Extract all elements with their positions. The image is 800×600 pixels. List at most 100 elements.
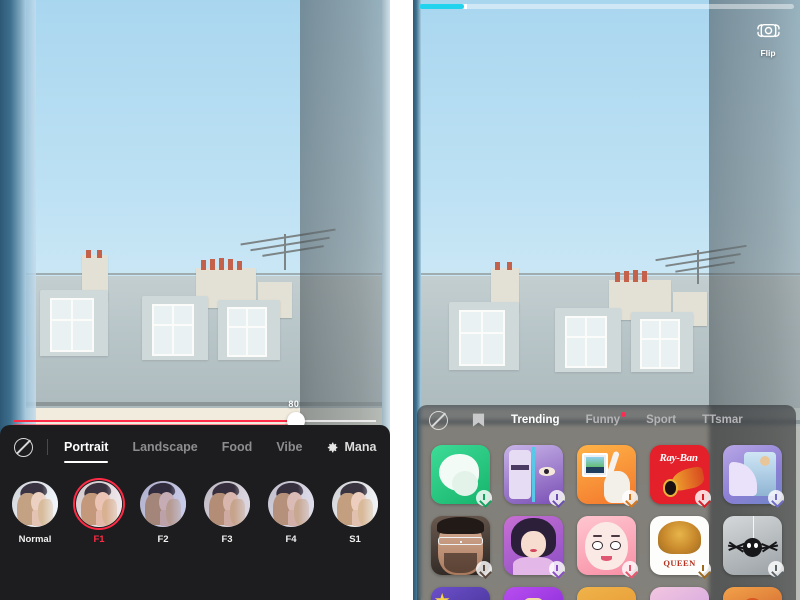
filter-item-s1[interactable]: S1 <box>332 481 378 545</box>
filter-tint <box>268 481 314 527</box>
filter-preview-image <box>204 481 250 527</box>
dormer-window <box>459 310 505 366</box>
filter-item-f2[interactable]: F2 <box>140 481 186 545</box>
filter-tint <box>12 481 58 527</box>
chimney-pot <box>97 250 102 258</box>
no-sticker-icon[interactable] <box>429 410 448 430</box>
download-icon[interactable] <box>549 561 565 577</box>
blue-wave-effect[interactable] <box>577 587 636 600</box>
sticker-item[interactable] <box>431 516 492 577</box>
filter-tab-portrait[interactable]: Portrait <box>64 440 109 463</box>
flip-camera-button[interactable]: Flip <box>748 20 788 58</box>
bookmark-icon[interactable] <box>472 412 485 428</box>
filter-thumb-wrap <box>332 481 378 527</box>
sticker-item[interactable] <box>431 587 490 600</box>
filter-tint <box>140 481 186 527</box>
sticker-item[interactable] <box>431 445 492 506</box>
sticker-item[interactable] <box>577 587 636 600</box>
sticker-item[interactable] <box>504 516 565 577</box>
dormer-window <box>152 304 194 356</box>
slider-value-label: 80 <box>288 399 300 409</box>
sticker-item[interactable] <box>577 445 638 506</box>
star-face-effect[interactable] <box>431 587 490 600</box>
filter-item-f1[interactable]: F1 <box>73 478 125 545</box>
filter-item-normal[interactable]: Normal <box>12 481 58 545</box>
sticker-item[interactable]: QUEEN <box>650 516 711 577</box>
chimney-pot <box>495 262 500 270</box>
download-icon[interactable] <box>549 490 565 506</box>
dormer-window <box>640 319 680 369</box>
filter-tint <box>204 481 250 527</box>
filter-tray: Portrait Landscape Food Vibe Mana Normal… <box>0 425 390 600</box>
filter-tab-landscape[interactable]: Landscape <box>132 440 197 454</box>
filter-item-f4[interactable]: F4 <box>268 481 314 545</box>
divider <box>47 439 48 455</box>
chimney-pot <box>201 260 206 270</box>
chimney-pot <box>615 272 620 282</box>
purple-scroll-effect[interactable] <box>504 587 563 600</box>
sticker-item[interactable] <box>577 516 638 577</box>
filter-preview-image <box>76 481 122 527</box>
sticker-item[interactable] <box>650 587 709 600</box>
sticker-tab-ttsmart[interactable]: TTsmar <box>702 414 743 426</box>
manage-filters-button[interactable]: Mana <box>326 440 376 454</box>
dual-screenshot-canvas: 80 Portrait Landscape Food Vibe Mana Nor… <box>0 0 800 600</box>
sticker-tab-sport[interactable]: Sport <box>646 414 676 426</box>
sticker-grid[interactable]: Ray-Ban QUEEN <box>417 435 796 600</box>
chimney-pot <box>228 259 233 270</box>
filter-tab-food[interactable]: Food <box>222 440 253 454</box>
recording-progress-bar <box>419 4 794 9</box>
slider-fill <box>14 420 297 422</box>
camera-flip-icon <box>756 23 780 38</box>
no-filter-icon[interactable] <box>14 437 33 457</box>
chimney-pot <box>86 250 91 258</box>
pastel-glow-effect[interactable] <box>650 587 709 600</box>
filter-thumb-wrap <box>140 481 186 527</box>
right-phone-screen: Flip Trending Funny Sport TTsmar Ray-Ban… <box>413 0 800 600</box>
download-icon[interactable] <box>476 561 492 577</box>
sticker-category-tabs: Trending Funny Sport TTsmar <box>417 405 796 435</box>
chimney-pot <box>210 259 215 270</box>
filter-thumb-wrap <box>268 481 314 527</box>
filter-item-f3[interactable]: F3 <box>204 481 250 545</box>
progress-tick <box>464 4 467 9</box>
download-icon[interactable] <box>622 490 638 506</box>
filter-tint <box>332 481 378 527</box>
filter-preview-image <box>268 481 314 527</box>
chimney-pot <box>507 262 512 270</box>
sticker-tab-trending[interactable]: Trending <box>511 414 560 426</box>
sticker-tab-funny[interactable]: Funny <box>586 412 627 426</box>
download-icon[interactable] <box>768 561 784 577</box>
filter-label: F1 <box>93 534 105 545</box>
orange-cone-effect[interactable] <box>723 587 782 600</box>
filter-label: F4 <box>285 534 297 545</box>
filter-thumb-wrap <box>12 481 58 527</box>
download-icon[interactable] <box>476 490 492 506</box>
download-icon[interactable] <box>695 561 711 577</box>
sticker-item[interactable] <box>723 516 784 577</box>
filter-tab-vibe[interactable]: Vibe <box>276 440 302 454</box>
manage-label: Mana <box>344 440 377 454</box>
sticker-item[interactable] <box>723 445 784 506</box>
filter-label: Normal <box>18 534 52 545</box>
download-icon[interactable] <box>622 561 638 577</box>
panel-gap <box>390 0 413 600</box>
dormer-window <box>565 316 607 368</box>
new-badge-dot <box>621 412 627 417</box>
chimney-pot <box>624 271 629 282</box>
download-icon[interactable] <box>768 490 784 506</box>
sticker-item[interactable]: Ray-Ban <box>650 445 711 506</box>
flip-label: Flip <box>760 48 776 58</box>
filter-thumb-wrap <box>204 481 250 527</box>
filter-label: F3 <box>221 534 233 545</box>
filter-label: F2 <box>157 534 169 545</box>
filter-list[interactable]: Normal F1 F2 F3 F4 S1 <box>0 469 390 545</box>
left-phone-screen: 80 Portrait Landscape Food Vibe Mana Nor… <box>0 0 390 600</box>
sticker-item[interactable] <box>504 445 565 506</box>
sticker-item[interactable] <box>723 587 782 600</box>
download-icon[interactable] <box>695 490 711 506</box>
sticker-item[interactable] <box>504 587 563 600</box>
gear-icon <box>328 442 338 452</box>
dormer-window <box>50 298 94 352</box>
filter-preview-image <box>332 481 378 527</box>
